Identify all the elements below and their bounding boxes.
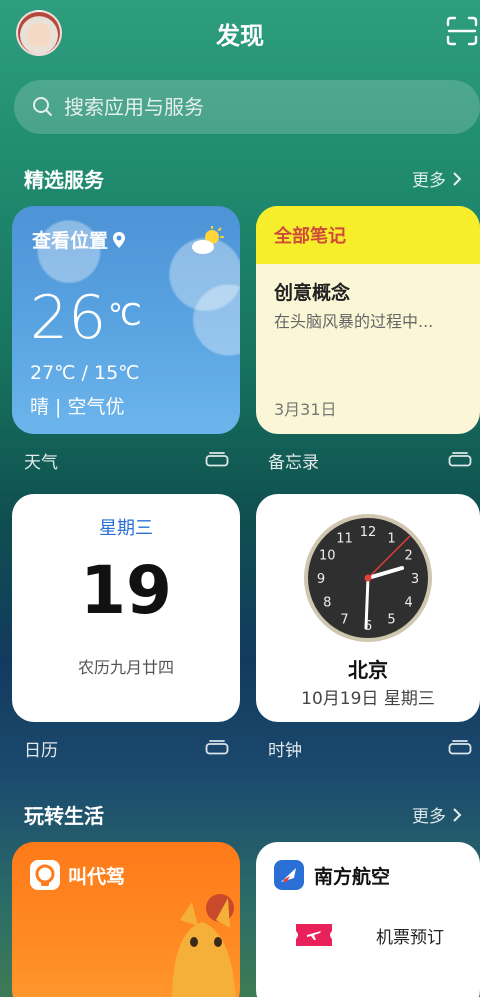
airline-header: 南方航空 <box>274 860 390 890</box>
weather-card[interactable]: 查看位置 26 ℃ 27℃ / 15℃ 晴 | 空气优 <box>12 206 240 434</box>
memo-header: 全部笔记 <box>256 206 480 264</box>
weather-location[interactable]: 查看位置 <box>32 226 126 253</box>
clock-city: 北京 <box>348 658 388 682</box>
weather-temperature: 26 <box>30 283 107 353</box>
search-icon <box>33 97 52 116</box>
scan-icon[interactable] <box>446 16 478 46</box>
daijia-label: 叫代驾 <box>68 865 126 888</box>
clock-numeral: 1 <box>387 531 395 546</box>
life-more-link[interactable]: 更多 <box>412 802 462 827</box>
widget-stack-icon[interactable] <box>448 739 472 755</box>
weather-condition: 晴 | 空气优 <box>30 396 125 418</box>
chevron-right-icon <box>453 171 462 186</box>
calendar-weekday: 星期三 <box>99 518 153 539</box>
clock-numeral: 7 <box>340 613 348 628</box>
calendar-lunar: 农历九月廿四 <box>77 658 174 677</box>
section-title-life: 玩转生活 <box>24 804 104 828</box>
page-title: 发现 <box>216 22 264 50</box>
featured-more-link[interactable]: 更多 <box>412 166 462 191</box>
calendar-day: 19 <box>80 552 172 629</box>
location-pin-icon <box>113 231 126 248</box>
partly-sunny-icon <box>192 226 224 254</box>
search-input[interactable] <box>64 95 444 119</box>
weather-caption: 天气 <box>24 453 58 473</box>
more-label: 更多 <box>412 807 446 827</box>
clock-numeral: 2 <box>405 549 413 564</box>
section-title-featured: 精选服务 <box>24 168 104 192</box>
mascot-illustration <box>172 894 236 997</box>
clock-numeral: 4 <box>405 596 413 611</box>
memo-title: 创意概念 <box>274 282 351 304</box>
memo-caption: 备忘录 <box>268 453 319 473</box>
clock-card[interactable]: 12 1 2 3 4 5 6 7 8 9 10 11 北京 10月19日 星期三 <box>256 494 480 722</box>
flight-booking-item[interactable]: 机票预订 <box>294 920 444 950</box>
calendar-caption: 日历 <box>24 741 58 761</box>
clock-numeral: 3 <box>411 572 419 587</box>
clock-caption: 时钟 <box>268 741 302 761</box>
clock-numeral: 11 <box>336 531 353 546</box>
clock-numeral: 10 <box>319 549 336 564</box>
daijia-app-icon <box>30 860 60 890</box>
calendar-card[interactable]: 星期三 19 农历九月廿四 <box>12 494 240 722</box>
memo-date: 3月31日 <box>274 400 337 419</box>
clock-date: 10月19日 星期三 <box>301 689 435 709</box>
clock-numeral: 5 <box>387 613 395 628</box>
memo-card[interactable]: 全部笔记 创意概念 在头脑风暴的过程中... 3月31日 <box>256 206 480 434</box>
analog-clock: 12 1234567891011 <box>304 514 432 642</box>
widget-stack-icon[interactable] <box>205 451 229 467</box>
widget-stack-icon[interactable] <box>448 451 472 467</box>
search-bar[interactable] <box>14 80 480 134</box>
daijia-card[interactable]: 叫代驾 <box>12 842 240 997</box>
flight-ticket-icon <box>296 924 332 946</box>
airline-app-icon <box>274 860 304 890</box>
widget-stack-icon[interactable] <box>205 739 229 755</box>
clock-numeral: 12 <box>360 525 377 540</box>
flight-booking-label: 机票预订 <box>376 927 444 948</box>
airline-name: 南方航空 <box>314 865 391 888</box>
airline-card[interactable]: 南方航空 机票预订 <box>256 842 480 997</box>
more-label: 更多 <box>412 171 446 191</box>
chevron-right-icon <box>453 807 462 822</box>
memo-preview: 在头脑风暴的过程中... <box>274 312 434 331</box>
weather-range: 27℃ / 15℃ <box>30 362 140 384</box>
weather-unit: ℃ <box>108 298 142 333</box>
clock-minute-hand <box>364 576 370 630</box>
daijia-header: 叫代驾 <box>30 860 125 890</box>
clock-numeral: 9 <box>317 572 325 587</box>
clock-numeral: 8 <box>323 596 331 611</box>
